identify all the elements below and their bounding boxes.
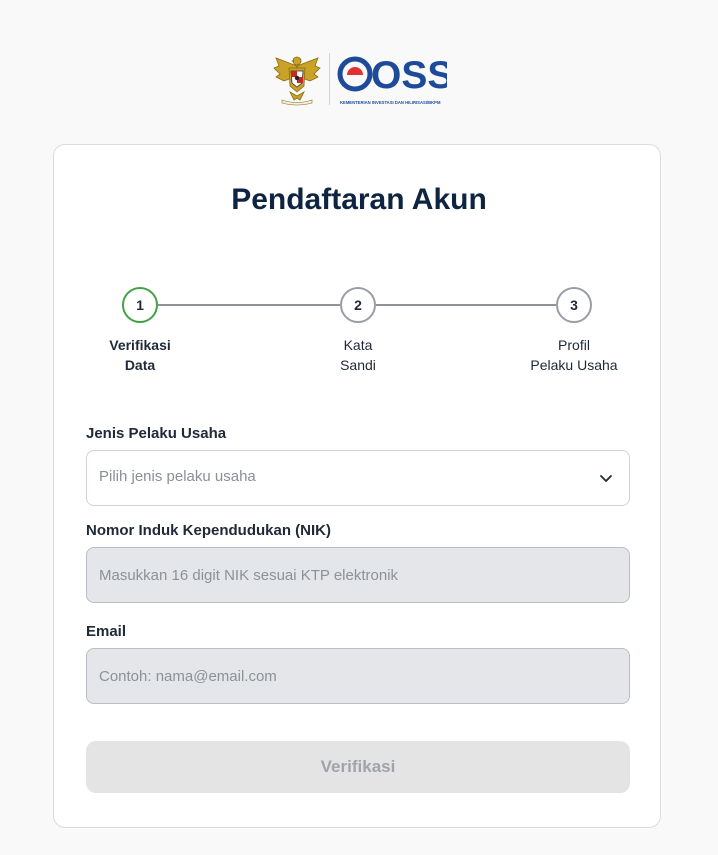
step-3-circle: 3 [556,287,592,323]
email-label: Email [86,623,127,640]
step-2-label-line2: Sandi [340,357,376,373]
step-3-label: Profil Pelaku Usaha [514,335,634,375]
nik-input[interactable] [86,547,630,603]
garuda-emblem-icon [273,56,321,106]
step-3-label-line1: Profil [558,337,590,353]
step-2-label-line1: Kata [343,337,373,353]
step-1-label-line2: Data [124,357,156,373]
stepper-connector-2 [376,304,556,306]
nik-label: Nomor Induk Kependudukan (NIK) [86,522,331,539]
step-2-label: Kata Sandi [298,335,418,375]
step-1-label-line1: Verifikasi [109,337,171,353]
header: OSS KEMENTERIAN INVESTASI DAN HILIRISASI… [0,48,718,108]
step-3-label-line2: Pelaku Usaha [530,357,618,373]
verify-button[interactable]: Verifikasi [86,741,630,793]
business-type-select[interactable]: Pilih jenis pelaku usaha [86,450,630,506]
step-1-label: Verifikasi Data [80,335,200,375]
business-type-placeholder: Pilih jenis pelaku usaha [99,468,256,485]
oss-logo: OSS KEMENTERIAN INVESTASI DAN HILIRISASI… [337,54,447,105]
step-2-circle: 2 [340,287,376,323]
chevron-down-icon [600,475,612,482]
logo-text: OSS [371,54,447,97]
stepper-connector-1 [158,304,340,306]
business-type-label: Jenis Pelaku Usaha [86,425,227,442]
step-1-circle: 1 [122,287,158,323]
logo-divider [329,53,330,105]
email-input[interactable] [86,648,630,704]
page-title: Pendaftaran Akun [231,183,487,216]
logo-subtitle: KEMENTERIAN INVESTASI DAN HILIRISASI/BKP… [340,100,441,105]
